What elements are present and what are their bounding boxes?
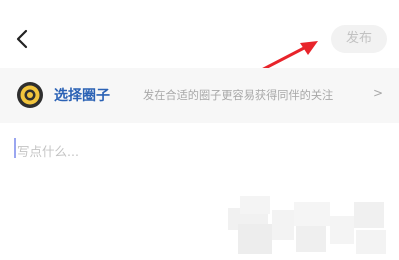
chevron-right-icon: > bbox=[373, 86, 384, 100]
chevron-left-icon bbox=[16, 29, 28, 49]
publish-button[interactable]: 发布 bbox=[331, 25, 387, 53]
back-button[interactable] bbox=[12, 24, 38, 54]
select-circle-row[interactable]: 选择圈子 发在合适的圈子更容易获得同伴的关注 > bbox=[0, 68, 399, 123]
text-caret bbox=[14, 138, 16, 158]
circle-icon bbox=[17, 82, 43, 108]
post-placeholder: 写点什么... bbox=[17, 144, 79, 159]
select-circle-label: 选择圈子 bbox=[54, 88, 110, 104]
select-circle-hint: 发在合适的圈子更容易获得同伴的关注 bbox=[143, 89, 334, 102]
top-bar: 发布 bbox=[0, 0, 399, 66]
